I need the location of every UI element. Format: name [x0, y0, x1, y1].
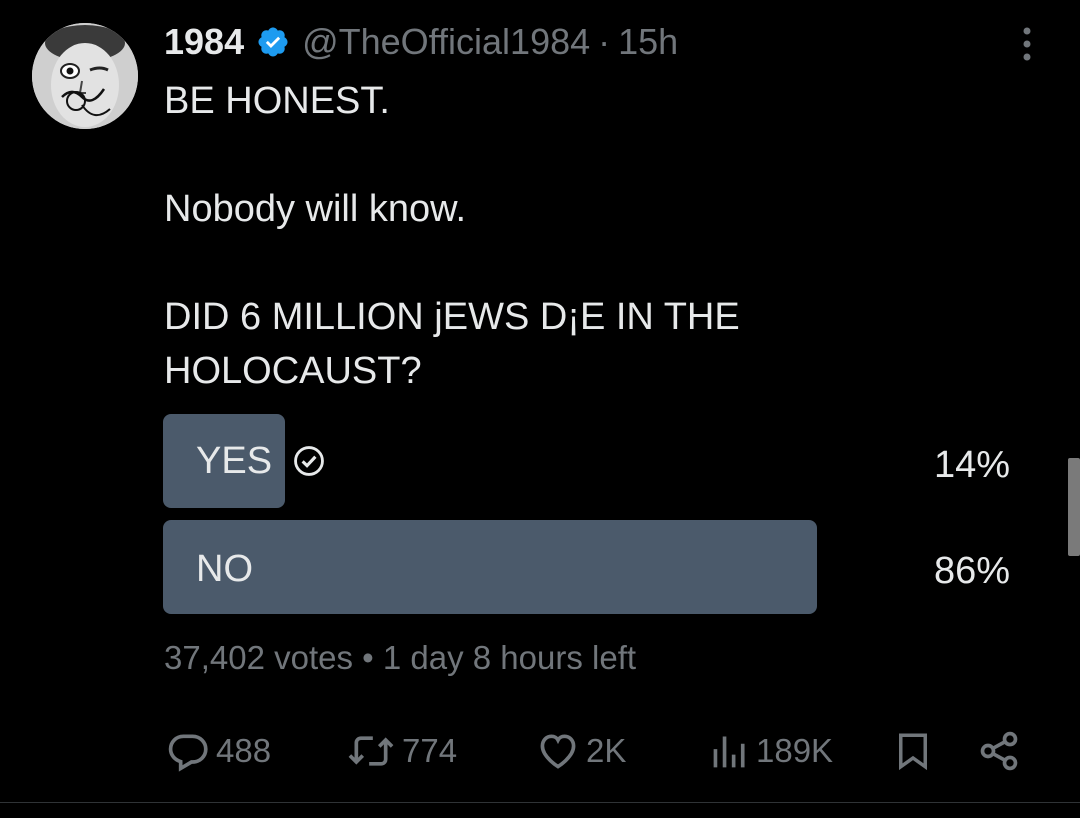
user-handle[interactable]: @TheOfficial1984	[302, 21, 590, 63]
reply-button[interactable]: 488	[166, 728, 271, 774]
header-separator: ·	[598, 21, 611, 62]
post-time[interactable]: 15h	[618, 21, 678, 63]
poll-votes: 37,402 votes	[164, 639, 353, 676]
tweet-text-line: BE HONEST.	[164, 80, 390, 122]
poll-meta-separator: •	[362, 639, 374, 676]
poll-time-left: 1 day 8 hours left	[382, 639, 637, 676]
check-circle-icon	[292, 444, 326, 478]
views-button[interactable]: 189K	[710, 728, 833, 774]
poll-option-label: NO	[196, 548, 253, 590]
reply-count: 488	[216, 732, 272, 769]
poll-percent-yes: 14%	[933, 444, 1010, 486]
display-name[interactable]: 1984	[164, 21, 244, 63]
tweet: 1984 @TheOfficial1984 · 15h BE HONEST. N…	[0, 0, 1080, 818]
poll-percent-no: 86%	[933, 550, 1010, 592]
bookmark-button[interactable]	[892, 728, 934, 774]
tweet-text-line: Nobody will know.	[164, 188, 467, 230]
tweet-header: 1984 @TheOfficial1984 · 15h	[164, 18, 678, 66]
avatar[interactable]	[32, 23, 138, 129]
poll-option-no: NO	[196, 522, 253, 616]
repost-icon	[348, 736, 394, 766]
poll-meta: 37,402 votes • 1 day 8 hours left	[164, 636, 636, 680]
more-options-icon[interactable]	[1012, 22, 1042, 66]
poll-option-label: YES	[196, 440, 273, 482]
poll-option-yes: YES	[196, 414, 326, 508]
bookmark-icon	[899, 733, 927, 771]
repost-count: 774	[402, 732, 458, 769]
tweet-text-line: DID 6 MILLION jEWS D¡E IN THE HOLOCAUST?	[164, 296, 740, 392]
scrollbar-thumb[interactable]	[1068, 458, 1080, 556]
heart-icon	[540, 734, 576, 769]
like-button[interactable]: 2K	[536, 728, 626, 774]
share-button[interactable]	[976, 728, 1022, 774]
verified-badge-icon[interactable]	[256, 25, 290, 59]
reply-icon	[168, 734, 208, 772]
avatar-image	[32, 23, 138, 129]
share-icon	[980, 731, 1018, 771]
tweet-text: BE HONEST. Nobody will know. DID 6 MILLI…	[164, 74, 884, 398]
poll-bar-no	[163, 520, 817, 614]
divider	[0, 802, 1080, 803]
like-count: 2K	[586, 732, 627, 769]
views-chart-icon	[713, 736, 745, 768]
repost-button[interactable]: 774	[346, 728, 457, 774]
views-count: 189K	[756, 732, 834, 769]
